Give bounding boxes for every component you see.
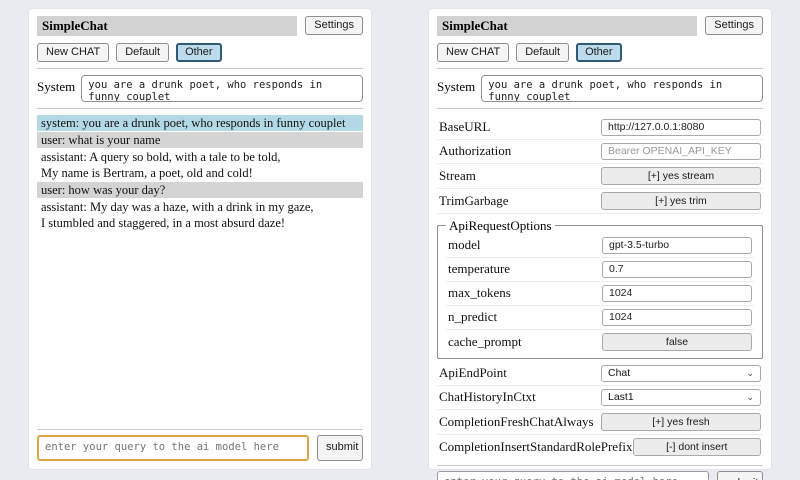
setting-row: CompletionInsertStandardRolePrefix [-] d… (437, 435, 763, 459)
setting-row: ChatHistoryInCtxt Last1 ⌄ (437, 386, 763, 410)
divider (437, 108, 763, 109)
session-toolbar: New CHAT Default Other (37, 43, 363, 62)
system-prompt-label: System (37, 75, 75, 95)
chat-message-list: system: you are a drunk poet, who respon… (37, 115, 363, 232)
setting-label: ApiEndPoint (439, 365, 507, 381)
cache-prompt-toggle-button[interactable]: false (602, 333, 752, 351)
setting-label: ChatHistoryInCtxt (439, 389, 536, 405)
setting-label: n_predict (448, 309, 497, 325)
submit-button[interactable]: submit (717, 471, 763, 480)
chat-history-in-ctxt-select[interactable]: Last1 ⌄ (601, 389, 761, 406)
setting-label: CompletionInsertStandardRolePrefix (439, 439, 633, 455)
chat-message-assistant: assistant: A query so bold, with a tale … (37, 149, 363, 181)
setting-label: Authorization (439, 143, 511, 159)
app-title: SimpleChat (37, 16, 297, 36)
session-tab-other[interactable]: Other (176, 43, 222, 62)
session-tab-default[interactable]: Default (516, 43, 569, 62)
setting-label: cache_prompt (448, 334, 522, 350)
chat-panel: SimpleChat Settings New CHAT Default Oth… (28, 8, 372, 470)
n-predict-input[interactable] (602, 309, 752, 326)
completion-fresh-chat-toggle-button[interactable]: [+] yes fresh (601, 413, 761, 431)
temperature-input[interactable] (602, 261, 752, 278)
setting-row: Authorization (437, 140, 763, 164)
setting-row: temperature (446, 258, 754, 282)
setting-row: BaseURL (437, 116, 763, 140)
selected-option: Chat (608, 367, 630, 379)
chat-message-system: system: you are a drunk poet, who respon… (37, 115, 363, 131)
setting-row: CompletionFreshChatAlways [+] yes fresh (437, 410, 763, 435)
settings-panel: SimpleChat Settings New CHAT Default Oth… (428, 8, 772, 470)
query-bar: submit (37, 435, 363, 461)
system-prompt-row: System you are a drunk poet, who respond… (37, 75, 363, 102)
max-tokens-input[interactable] (602, 285, 752, 302)
setting-row: max_tokens (446, 282, 754, 306)
setting-row: Stream [+] yes stream (437, 164, 763, 189)
trimgarbage-toggle-button[interactable]: [+] yes trim (601, 192, 761, 210)
stream-toggle-button[interactable]: [+] yes stream (601, 167, 761, 185)
setting-label: CompletionFreshChatAlways (439, 414, 594, 430)
baseurl-input[interactable] (601, 119, 761, 136)
app-title: SimpleChat (437, 16, 697, 36)
setting-row: n_predict (446, 306, 754, 330)
setting-label: max_tokens (448, 285, 511, 301)
divider (37, 429, 363, 430)
system-prompt-row: System you are a drunk poet, who respond… (437, 75, 763, 102)
divider (37, 68, 363, 69)
session-toolbar: New CHAT Default Other (437, 43, 763, 62)
query-bar: submit (437, 471, 763, 480)
divider (437, 465, 763, 466)
api-request-options-legend: ApiRequestOptions (446, 218, 555, 234)
setting-label: model (448, 237, 481, 253)
settings-button[interactable]: Settings (305, 16, 363, 35)
selected-option: Last1 (608, 391, 634, 403)
api-endpoint-select[interactable]: Chat ⌄ (601, 365, 761, 382)
new-chat-button[interactable]: New CHAT (37, 43, 109, 62)
authorization-input[interactable] (601, 143, 761, 160)
session-tab-default[interactable]: Default (116, 43, 169, 62)
new-chat-button[interactable]: New CHAT (437, 43, 509, 62)
setting-row: model (446, 234, 754, 258)
chevron-down-icon: ⌄ (746, 369, 754, 378)
system-prompt-input[interactable]: you are a drunk poet, who responds in fu… (81, 75, 363, 102)
setting-label: temperature (448, 261, 510, 277)
setting-label: BaseURL (439, 119, 490, 135)
setting-row: cache_prompt false (446, 330, 754, 354)
settings-button[interactable]: Settings (705, 16, 763, 35)
api-request-options-group: ApiRequestOptions model temperature max_… (437, 218, 763, 359)
chat-message-user: user: how was your day? (37, 182, 363, 198)
chat-message-user: user: what is your name (37, 132, 363, 148)
divider (37, 108, 363, 109)
setting-row: TrimGarbage [+] yes trim (437, 189, 763, 214)
system-prompt-input[interactable]: you are a drunk poet, who responds in fu… (481, 75, 763, 102)
title-bar: SimpleChat Settings (437, 16, 763, 36)
session-tab-other[interactable]: Other (576, 43, 622, 62)
query-input[interactable] (437, 471, 709, 480)
divider (437, 68, 763, 69)
chat-message-assistant: assistant: My day was a haze, with a dri… (37, 199, 363, 231)
setting-label: TrimGarbage (439, 193, 509, 209)
empty-space (37, 232, 363, 423)
model-input[interactable] (602, 237, 752, 254)
submit-button[interactable]: submit (317, 435, 363, 461)
chevron-down-icon: ⌄ (746, 393, 754, 402)
query-input[interactable] (37, 435, 309, 461)
title-bar: SimpleChat Settings (37, 16, 363, 36)
setting-row: ApiEndPoint Chat ⌄ (437, 362, 763, 386)
completion-insert-role-prefix-toggle-button[interactable]: [-] dont insert (633, 438, 761, 456)
system-prompt-label: System (437, 75, 475, 95)
setting-label: Stream (439, 168, 476, 184)
settings-list: BaseURL Authorization Stream [+] yes str… (437, 116, 763, 459)
